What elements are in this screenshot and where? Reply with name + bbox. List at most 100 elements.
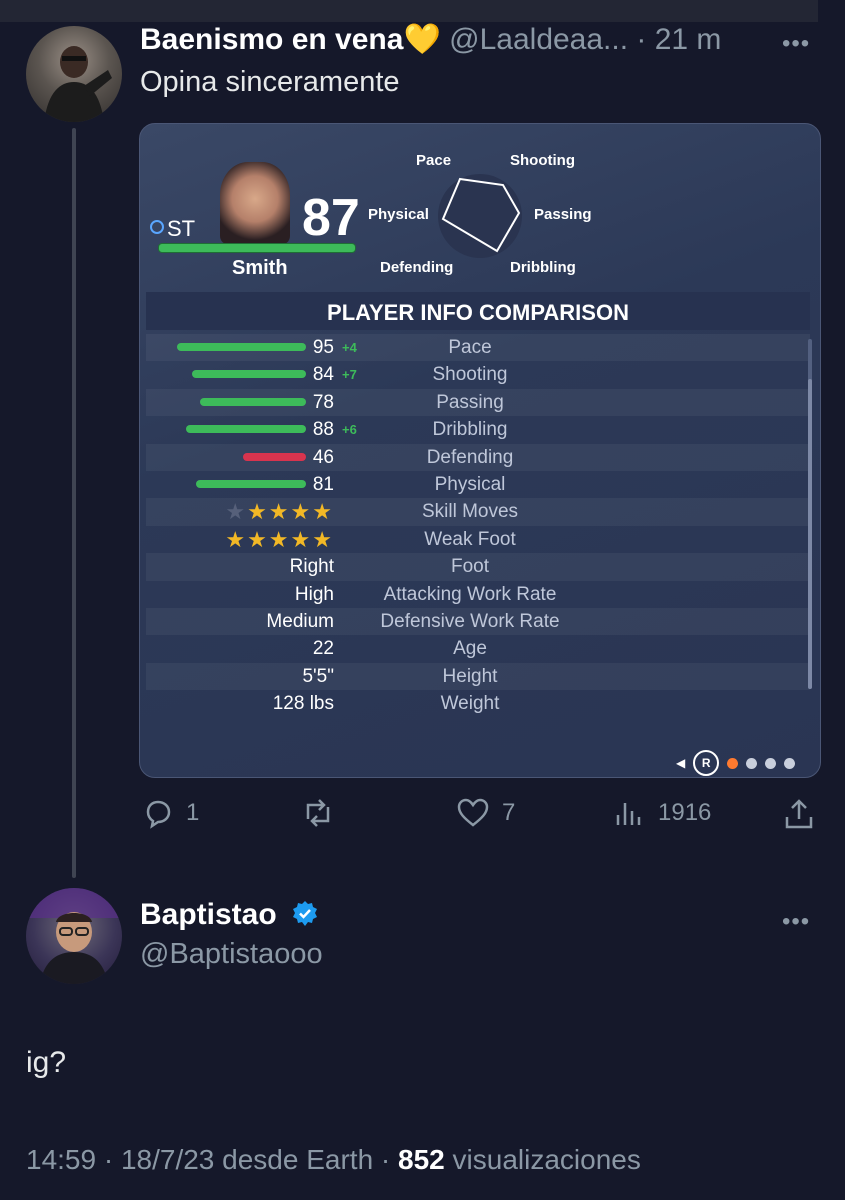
stat-label: Passing xyxy=(436,391,504,413)
author-handle-time[interactable]: @Laaldeaa... · 21 m xyxy=(449,23,721,56)
author-avatar[interactable] xyxy=(26,26,122,122)
stat-row: 46 Defending xyxy=(146,443,810,471)
pager-dot[interactable] xyxy=(746,757,758,769)
position-dot-icon xyxy=(150,220,164,234)
r-button[interactable]: R xyxy=(693,750,720,776)
share-action[interactable] xyxy=(782,797,816,831)
info-label: Weight xyxy=(440,693,500,715)
player-position: ST xyxy=(150,216,195,242)
info-label: Attacking Work Rate xyxy=(383,583,557,605)
views-count: 1916 xyxy=(658,799,712,826)
info-label: Defensive Work Rate xyxy=(380,610,560,632)
pager-dot[interactable] xyxy=(784,757,796,769)
stat-bonus: +7 xyxy=(342,367,357,383)
stat-value: 81 xyxy=(312,473,334,495)
info-row: Medium Defensive Work Rate xyxy=(146,607,810,636)
stat-row: 95 +4 Pace xyxy=(146,334,810,362)
author-name[interactable]: Baenismo en vena xyxy=(140,23,403,56)
info-value: High xyxy=(294,583,334,605)
star-icon: ★ xyxy=(312,499,334,525)
stat-label: Shooting xyxy=(432,364,508,386)
stat-bonus: +4 xyxy=(342,340,357,355)
hex-label-pace: Pace xyxy=(416,152,452,169)
stat-label: Defending xyxy=(426,446,514,468)
info-value: 5'5" xyxy=(302,665,334,687)
star-icon: ★ xyxy=(268,499,291,525)
player-name: Smith xyxy=(232,257,288,279)
stat-label: Physical xyxy=(434,473,506,495)
pager: ◀ R xyxy=(676,750,796,776)
reply-avatar[interactable] xyxy=(26,888,122,984)
info-label: Height xyxy=(442,665,498,687)
pager-dots xyxy=(727,757,796,769)
stat-bar xyxy=(177,343,306,351)
stat-value: 78 xyxy=(312,391,334,413)
thread-line xyxy=(72,128,76,878)
chevron-left-icon[interactable]: ◀ xyxy=(676,756,685,770)
more-options-icon[interactable]: ••• xyxy=(782,30,810,58)
hex-label-dribbling: Dribbling xyxy=(510,259,576,276)
comment-icon xyxy=(146,800,171,829)
info-label: Age xyxy=(453,638,487,660)
star-icon: ★ xyxy=(312,526,334,552)
info-row: 5'5" Height xyxy=(146,662,810,691)
position-label: ST xyxy=(167,216,196,241)
heart-icon xyxy=(457,798,489,827)
like-action[interactable]: 7 xyxy=(456,797,515,829)
star-row: ★★★★★ Weak Foot xyxy=(146,526,810,553)
top-bar xyxy=(0,0,818,22)
retweet-icon xyxy=(306,799,330,827)
reply-author-name[interactable]: Baptistao xyxy=(140,898,277,931)
reply-action[interactable]: 1 xyxy=(142,797,199,829)
star-label: Skill Moves xyxy=(421,501,519,523)
overall-rating: 87 xyxy=(302,189,360,247)
player-name-bar xyxy=(158,243,356,253)
star-icon: ★ xyxy=(290,499,313,525)
tweet-header: Baenismo en vena💛 @Laaldeaa... · 21 m xyxy=(140,22,721,57)
reply-handle[interactable]: @Baptistaooo xyxy=(140,938,323,971)
stat-bonus: +6 xyxy=(342,422,357,438)
pager-dot[interactable] xyxy=(727,757,739,769)
stat-row: 84 +7 Shooting xyxy=(146,361,810,388)
attribute-radar xyxy=(438,174,522,258)
star-icon: ★ xyxy=(247,526,269,552)
verified-badge-icon xyxy=(293,901,318,926)
star-icon: ★ xyxy=(268,526,291,552)
stat-bar xyxy=(243,452,306,461)
star-row: ★★★★★ Skill Moves xyxy=(146,498,810,526)
hex-label-passing: Passing xyxy=(534,206,592,223)
star-icon: ★ xyxy=(247,499,269,525)
avatar-figure xyxy=(44,46,112,122)
stat-value: 88 xyxy=(312,419,334,441)
info-value: 22 xyxy=(312,638,334,660)
stat-row: 81 Physical xyxy=(146,471,810,498)
views-icon xyxy=(616,803,641,825)
stat-row: 88 +6 Dribbling xyxy=(146,416,810,443)
stat-value: 95 xyxy=(312,337,334,358)
star-rating: ★★★★★ xyxy=(225,527,334,553)
scrollbar-thumb[interactable] xyxy=(808,379,812,689)
info-value: 128 lbs xyxy=(272,693,334,715)
stat-bar xyxy=(192,370,306,379)
tweet-image[interactable]: ST 87 Smith Pace Shooting Physical Passi… xyxy=(139,123,821,778)
star-icon: ★ xyxy=(225,526,248,552)
retweet-action[interactable] xyxy=(300,797,336,829)
reply-views-label: visualizaciones xyxy=(444,1144,641,1175)
stat-value: 46 xyxy=(312,446,334,468)
stat-bar xyxy=(186,425,306,434)
reply-time: 14:59 · 18/7/23 desde Earth · xyxy=(26,1144,399,1175)
comparison-title: PLAYER INFO COMPARISON xyxy=(327,300,629,325)
star-label: Weak Foot xyxy=(424,528,516,550)
stat-row: 78 Passing xyxy=(146,388,810,417)
stat-bar xyxy=(196,479,306,488)
pager-dot[interactable] xyxy=(765,757,777,769)
info-row: 128 lbs Weight xyxy=(146,690,810,717)
hex-label-defending: Defending xyxy=(380,259,454,276)
stat-value: 84 xyxy=(312,364,334,386)
reply-more-options-icon[interactable]: ••• xyxy=(782,908,810,936)
reply-count: 1 xyxy=(186,799,200,826)
share-icon xyxy=(785,799,813,829)
views-action[interactable]: 1916 xyxy=(614,797,711,829)
stat-rows: 95 +4 Pace 84 +7 Shooting 78 Passing 88 +6 Dribbli… xyxy=(146,334,810,717)
reply-meta: 14:59 · 18/7/23 desde Earth · 852 visual… xyxy=(26,1144,641,1176)
